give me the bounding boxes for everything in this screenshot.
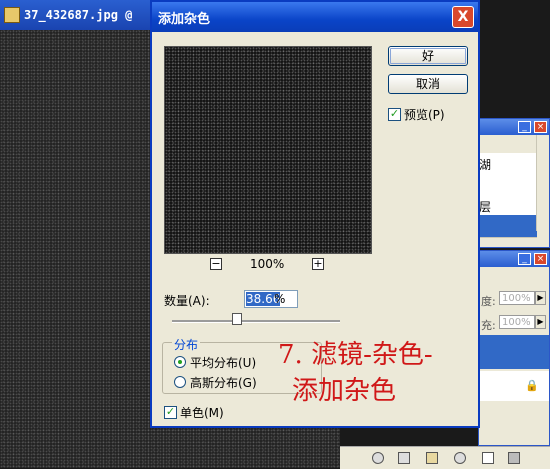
layer-row-selected[interactable] [479,335,549,369]
cancel-button[interactable]: 取消 [388,74,468,94]
history-panel: _ × 湖 层 [478,118,550,248]
zoom-in-button[interactable]: + [312,258,324,270]
opacity-input[interactable]: 100% [499,291,535,305]
add-noise-dialog: 添加杂色 X − 100% + 好 取消 ✓ 预览(P) 数量(A): 38.6… [150,0,480,428]
lock-icon: 🔒 [525,379,539,392]
gaussian-label: 高斯分布(G) [190,376,257,390]
fill-label: 充: [481,319,496,332]
history-scrollbar[interactable] [536,135,549,231]
history-row[interactable]: 湖 [479,153,537,176]
dialog-title: 添加杂色 [158,12,211,27]
fill-input[interactable]: 100% [499,315,535,329]
image-file-icon [4,7,20,23]
distribution-title: 分布 [172,336,201,353]
minimize-icon[interactable]: _ [518,121,531,133]
uniform-radio[interactable] [174,356,186,368]
layers-panel-titlebar[interactable]: _ × [479,251,549,267]
amount-input[interactable]: 38.66 [244,290,298,308]
preview-checkbox[interactable]: ✓ [388,108,401,121]
noise-preview[interactable] [164,46,372,254]
fill-arrow-icon[interactable]: ▶ [535,315,546,329]
ok-button[interactable]: 好 [388,46,468,66]
annotation-line-1: 7. 滤镜-杂色- [278,340,433,370]
opacity-label: 度: [481,295,496,308]
history-panel-titlebar[interactable]: _ × [479,119,549,135]
gaussian-radio[interactable] [174,376,186,388]
preview-label: 预览(P) [404,108,445,122]
amount-label: 数量(A): [164,294,210,308]
document-title: 37_432687.jpg @ [24,8,133,22]
amount-unit: % [274,292,286,306]
delete-layer-icon[interactable] [508,452,520,464]
uniform-label: 平均分布(U) [190,356,257,370]
close-icon[interactable]: × [534,253,547,265]
new-layer-icon[interactable] [482,452,494,464]
history-row-selected[interactable] [479,215,537,238]
close-icon[interactable]: × [534,121,547,133]
monochrome-checkbox[interactable]: ✓ [164,406,177,419]
dialog-titlebar[interactable]: 添加杂色 X [152,2,478,32]
layer-row[interactable]: 🔒 [479,371,549,401]
monochrome-label: 单色(M) [180,406,224,420]
layers-panel: _ × 度: 100% ▶ 充: 100% ▶ 🔒 [478,250,550,446]
document-titlebar[interactable]: 37_432687.jpg @ [0,0,152,30]
add-mask-icon[interactable] [398,452,410,464]
link-layers-icon[interactable] [372,452,384,464]
zoom-level: 100% [250,257,285,271]
annotation-line-2: 添加杂色 [292,376,397,406]
amount-slider-handle[interactable] [231,313,242,325]
close-icon[interactable]: X [452,6,474,28]
minimize-icon[interactable]: _ [518,253,531,265]
amount-slider-track[interactable] [172,320,340,323]
layers-bottom-toolbar [340,446,550,469]
opacity-arrow-icon[interactable]: ▶ [535,291,546,305]
adjustment-layer-icon[interactable] [454,452,466,464]
zoom-out-button[interactable]: − [210,258,222,270]
new-group-icon[interactable] [426,452,438,464]
